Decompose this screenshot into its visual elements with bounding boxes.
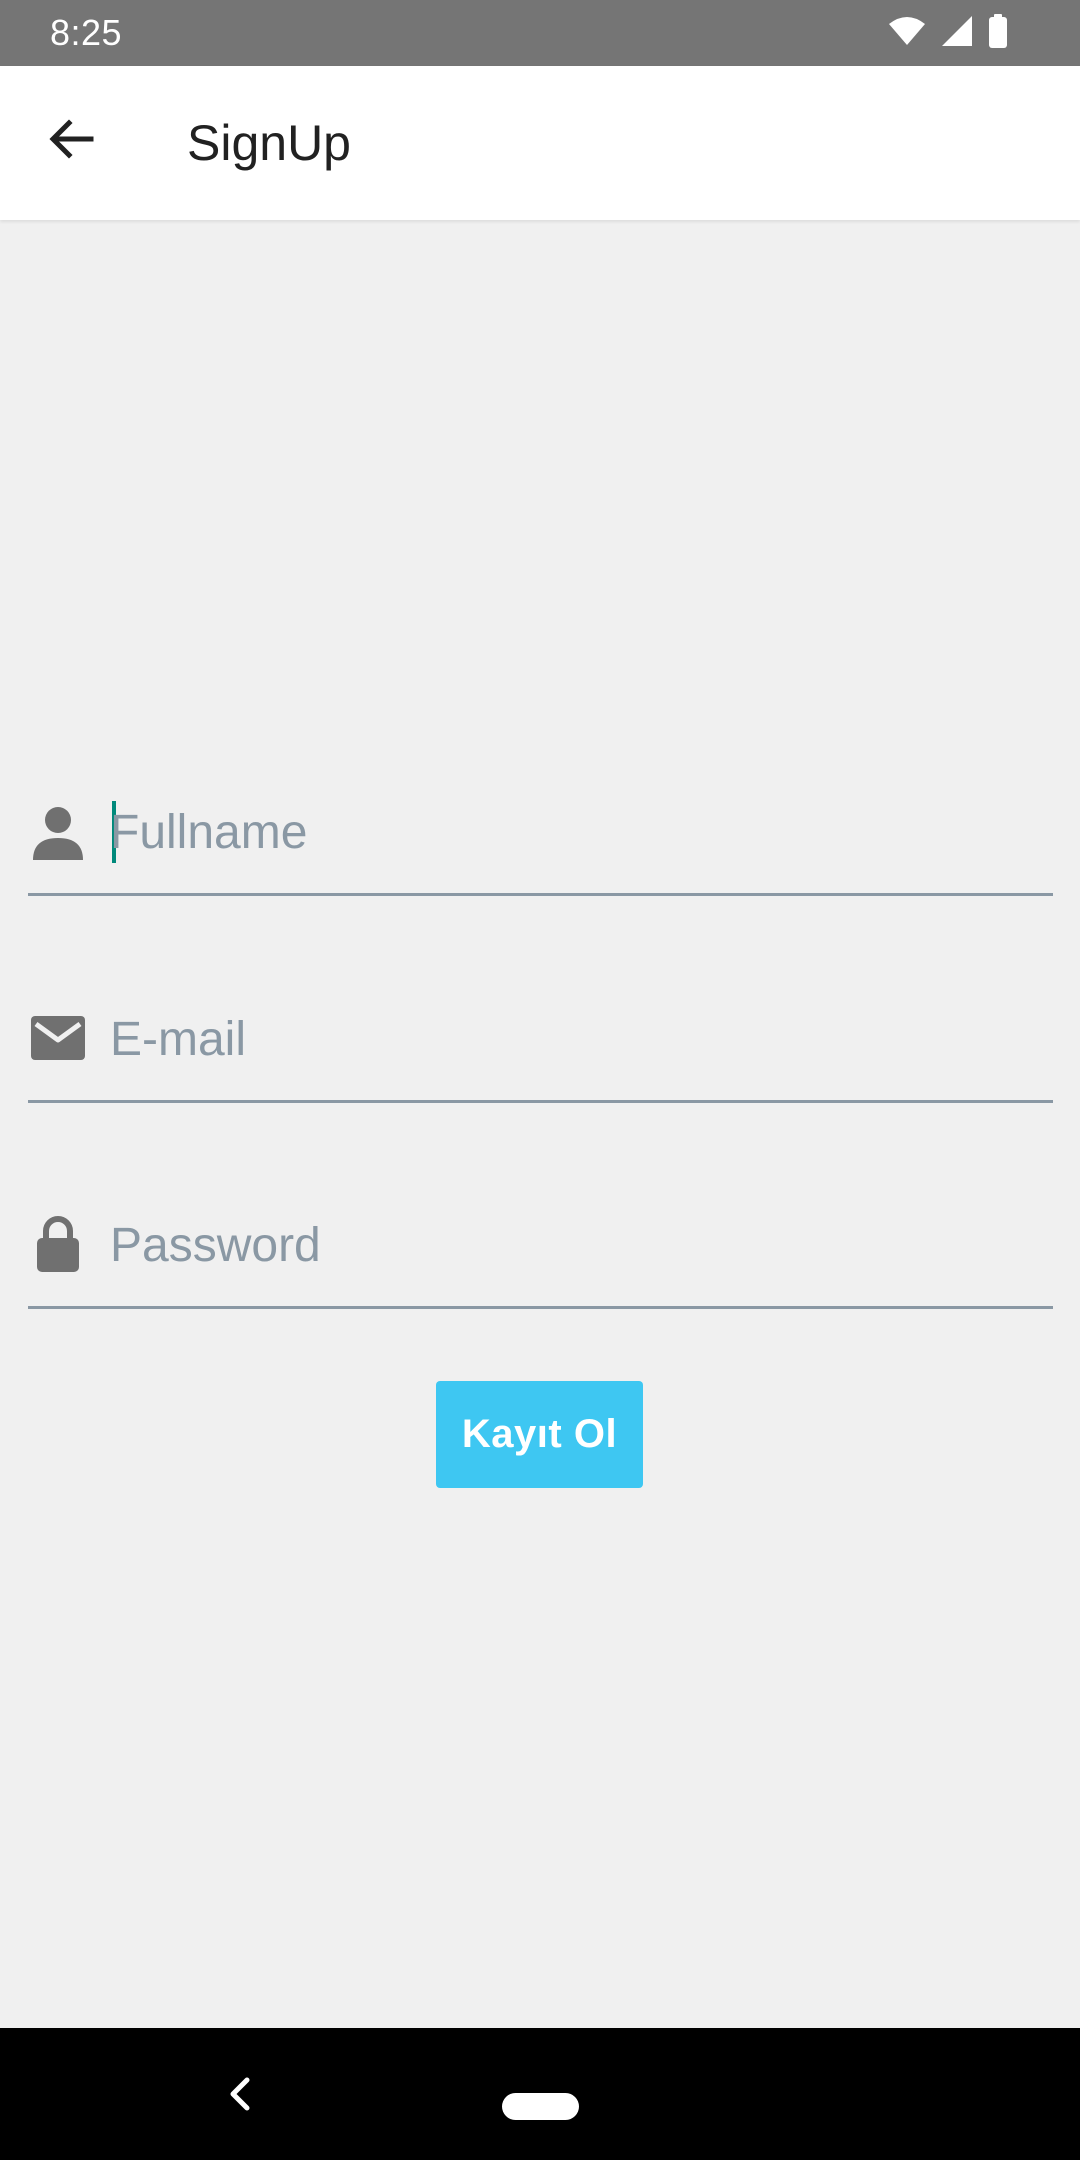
battery-icon <box>988 13 1008 53</box>
nav-back-icon[interactable] <box>218 2072 262 2116</box>
email-input[interactable] <box>110 1004 1040 1074</box>
signup-submit-button[interactable]: Kayıt Ol <box>436 1381 643 1488</box>
status-bar: 8:25 <box>0 0 1080 66</box>
signal-icon <box>940 15 974 52</box>
status-icons <box>888 13 1008 53</box>
wifi-icon <box>888 16 926 51</box>
page-title: SignUp <box>187 115 351 171</box>
arrow-back-icon <box>45 113 97 170</box>
navigation-bar <box>0 2028 1080 2160</box>
back-button[interactable] <box>36 106 106 176</box>
app-bar: SignUp <box>0 66 1080 220</box>
status-time: 8:25 <box>50 12 123 53</box>
fullname-input[interactable] <box>110 797 1040 867</box>
password-input[interactable] <box>110 1210 1040 1280</box>
nav-home-pill[interactable] <box>502 2093 579 2120</box>
lock-icon <box>28 1214 88 1274</box>
email-field <box>28 990 1053 1103</box>
password-field <box>28 1196 1053 1309</box>
person-icon <box>28 803 88 863</box>
email-icon <box>28 1008 88 1068</box>
fullname-field <box>28 783 1053 896</box>
